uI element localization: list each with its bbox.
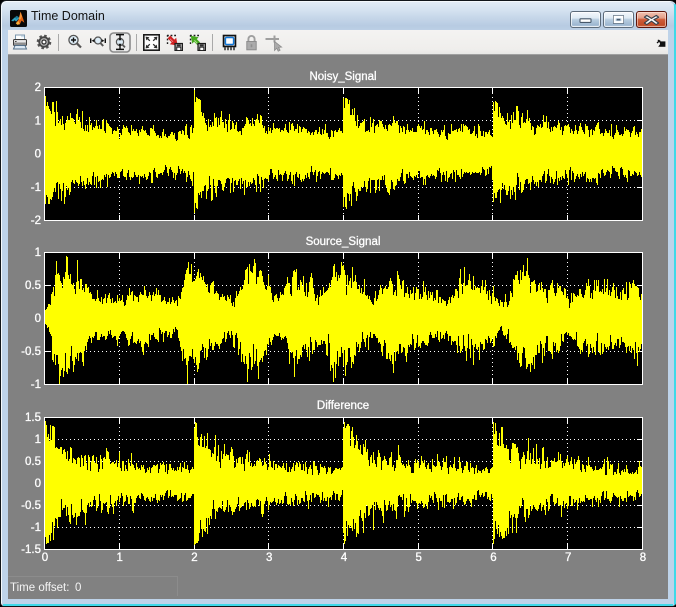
svg-text:-0.5: -0.5 [21, 500, 41, 512]
svg-text:-2: -2 [31, 215, 41, 227]
svg-text:0.5: 0.5 [25, 280, 41, 292]
svg-text:-0.5: -0.5 [21, 346, 41, 358]
svg-text:1: 1 [35, 115, 41, 127]
svg-text:-1.5: -1.5 [21, 544, 41, 556]
svg-text:-1: -1 [31, 182, 41, 194]
svg-text:-1: -1 [31, 522, 41, 534]
svg-text:4: 4 [341, 552, 348, 564]
svg-text:Source_Signal: Source_Signal [306, 236, 381, 248]
svg-text:2: 2 [35, 82, 41, 94]
svg-text:1: 1 [35, 247, 41, 259]
svg-text:2: 2 [191, 552, 197, 564]
svg-text:0: 0 [42, 552, 48, 564]
svg-text:1.5: 1.5 [25, 412, 41, 424]
svg-text:-1: -1 [31, 379, 41, 391]
svg-text:0: 0 [35, 149, 41, 161]
svg-text:0: 0 [35, 478, 41, 490]
svg-text:3: 3 [266, 552, 272, 564]
svg-text:6: 6 [490, 552, 496, 564]
svg-text:1: 1 [117, 552, 123, 564]
svg-text:7: 7 [565, 552, 571, 564]
svg-text:8: 8 [640, 552, 646, 564]
svg-text:Difference: Difference [317, 400, 369, 412]
svg-text:0: 0 [35, 313, 41, 325]
svg-text:0.5: 0.5 [25, 456, 41, 468]
svg-text:5: 5 [416, 552, 422, 564]
svg-text:Noisy_Signal: Noisy_Signal [309, 71, 376, 83]
svg-text:1: 1 [35, 434, 41, 446]
